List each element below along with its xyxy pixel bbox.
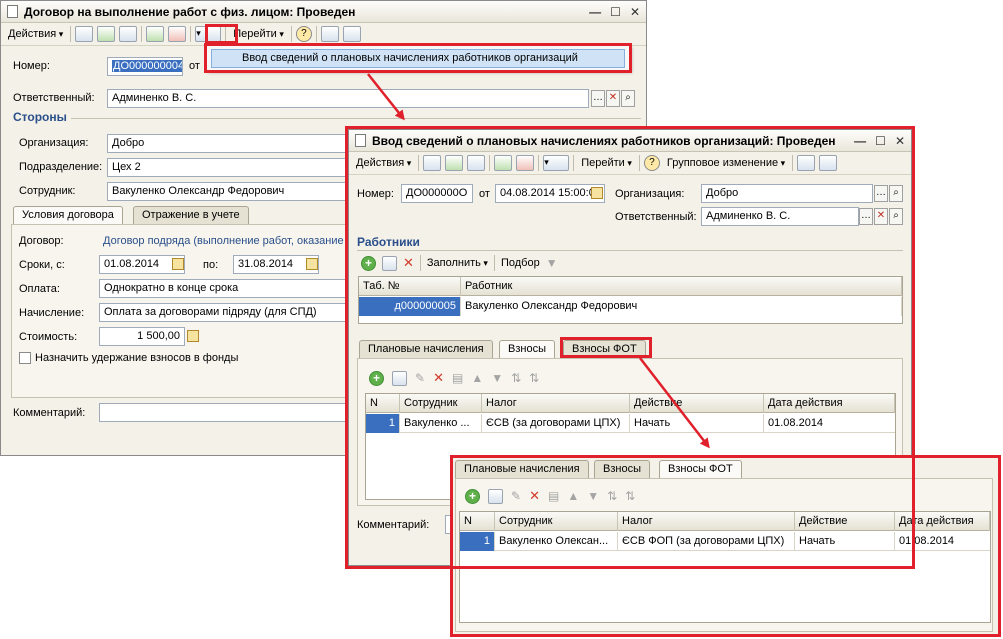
payment-label: Оплата: xyxy=(19,283,60,295)
number-field[interactable]: ДО000000004 xyxy=(107,57,183,76)
post-and-close-icon[interactable] xyxy=(75,26,94,42)
department-value: Цех 2 xyxy=(112,161,141,173)
withhold-label: Назначить удержание взносов в фонды xyxy=(35,352,239,364)
organization-field[interactable]: Добро xyxy=(107,134,357,153)
tab-contract-terms[interactable]: Условия договора xyxy=(13,206,123,225)
accrual-field[interactable]: Оплата за договорами підряду (для СПД) xyxy=(99,303,351,322)
calendar-icon[interactable] xyxy=(306,258,318,270)
calculator-icon[interactable] xyxy=(187,330,199,342)
employee-label: Сотрудник: xyxy=(19,185,76,197)
cost-label: Стоимость: xyxy=(19,331,78,343)
structure-icon[interactable] xyxy=(320,26,339,42)
document-icon xyxy=(7,5,18,18)
comment-field[interactable] xyxy=(99,403,351,422)
cost-field[interactable]: 1 500,00 xyxy=(99,327,185,346)
organization-value: Добро xyxy=(112,137,145,149)
toolbar-separator xyxy=(290,26,292,42)
date-to-label: по: xyxy=(203,259,219,271)
refresh-icon[interactable] xyxy=(97,26,116,42)
actions-menu[interactable]: Действия xyxy=(5,28,66,40)
highlight-menu-item xyxy=(204,43,632,73)
date-from-value: 01.08.2014 xyxy=(104,258,160,270)
comment-label: Комментарий: xyxy=(13,407,86,419)
employee-value: Вакуленко Олександр Федорович xyxy=(112,185,285,197)
responsible-field[interactable]: Админенко В. С. xyxy=(107,89,589,108)
highlight-payroll-tab xyxy=(560,337,652,358)
employee-field[interactable]: Вакуленко Олександр Федорович xyxy=(107,182,357,201)
contract-link[interactable]: Договор подряда (выполнение работ, оказа… xyxy=(103,235,349,247)
calendar-icon[interactable] xyxy=(172,258,184,270)
accrual-label: Начисление: xyxy=(19,307,85,319)
unpost-icon[interactable] xyxy=(168,26,187,42)
responsible-label: Ответственный: xyxy=(13,92,95,104)
toolbar-separator xyxy=(190,26,192,42)
organization-label: Организация: xyxy=(19,137,89,149)
toolbar-separator xyxy=(315,26,317,42)
number-label: Номер: xyxy=(13,60,50,72)
open-icon[interactable]: ⌕ xyxy=(621,90,635,107)
close-button[interactable]: ✕ xyxy=(630,5,640,19)
parties-section-title: Стороны xyxy=(13,110,67,124)
help-icon[interactable]: ? xyxy=(295,26,312,42)
copy-icon[interactable] xyxy=(119,26,138,42)
list-settings-icon[interactable] xyxy=(342,26,361,42)
contract-titlebar: Договор на выполнение работ с физ. лицом… xyxy=(1,1,646,23)
department-label: Подразделение: xyxy=(19,161,103,173)
contract-label: Договор: xyxy=(19,235,64,247)
cost-value: 1 500,00 xyxy=(137,330,180,342)
highlight-zoom-panel xyxy=(450,455,1001,637)
department-field[interactable]: Цех 2 xyxy=(107,158,357,177)
payment-value: Однократно в конце срока xyxy=(104,282,239,294)
post-icon[interactable] xyxy=(146,26,165,42)
clear-icon[interactable]: ✕ xyxy=(606,90,620,107)
goto-menu[interactable]: Перейти xyxy=(230,28,287,40)
minimize-button[interactable]: — xyxy=(589,5,601,19)
section-divider xyxy=(71,118,641,119)
select-button[interactable]: … xyxy=(591,90,605,107)
payment-field[interactable]: Однократно в конце срока xyxy=(99,279,351,298)
responsible-value: Админенко В. С. xyxy=(112,92,197,104)
date-to-value: 31.08.2014 xyxy=(238,258,294,270)
maximize-button[interactable]: ☐ xyxy=(610,5,621,19)
dates-label: Сроки, с: xyxy=(19,259,65,271)
tab-accounting[interactable]: Отражение в учете xyxy=(133,206,249,224)
from-label: от xyxy=(189,60,200,72)
highlight-basis-button xyxy=(205,24,238,44)
window-title: Договор на выполнение работ с физ. лицом… xyxy=(24,4,356,19)
toolbar-separator xyxy=(70,26,72,42)
withhold-checkbox[interactable] xyxy=(19,352,31,364)
toolbar-separator xyxy=(141,26,143,42)
accrual-value: Оплата за договорами підряду (для СПД) xyxy=(104,306,317,318)
number-value: ДО000000004 xyxy=(112,60,182,72)
